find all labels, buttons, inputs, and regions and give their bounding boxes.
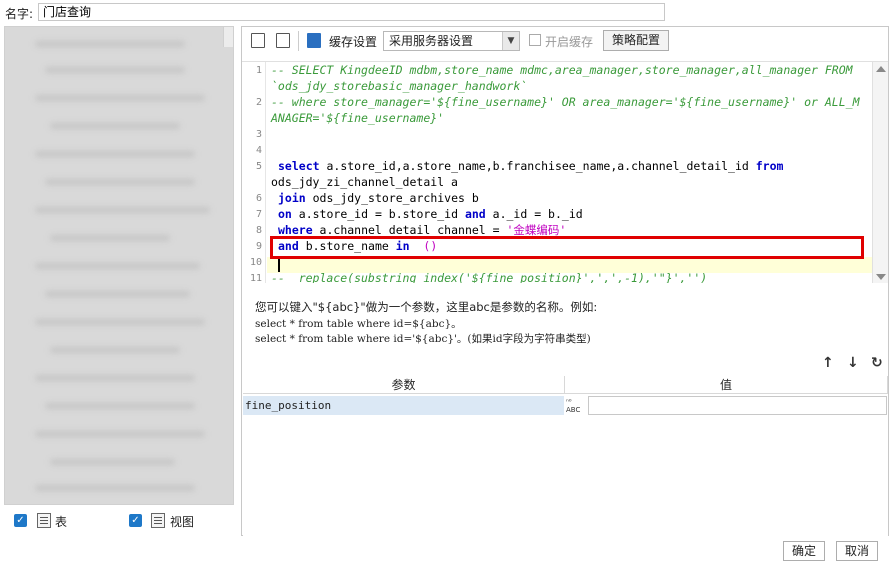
blurred-item (35, 375, 195, 381)
line-number: 3 (255, 129, 262, 140)
cache-mode-value: 采用服务器设置 (389, 34, 474, 48)
cache-settings-label: 缓存设置 (329, 35, 378, 49)
name-label: 名字: (5, 7, 34, 21)
highlight-annotation-box (270, 236, 864, 259)
line-number: 8 (255, 225, 262, 236)
scroll-up-icon[interactable] (876, 66, 886, 72)
editor-scrollbar[interactable] (872, 62, 888, 283)
blurred-item (35, 151, 195, 157)
code-line-11: -- replace(substring_index('${fine_posit… (271, 271, 708, 283)
table-label: 表 (55, 515, 68, 529)
sql-keyword: join (278, 191, 306, 205)
tree-scrollbar[interactable] (223, 27, 233, 47)
line-number: 11 (249, 273, 262, 283)
column-header-value: 值 (565, 376, 888, 394)
preview-icon[interactable] (251, 33, 265, 48)
parameter-hint-example-2: select * from table where id='${abc}'。(如… (255, 333, 591, 345)
blurred-item (50, 347, 180, 353)
code-line-2-wrap: ANAGER='${fine_username}' (271, 111, 445, 125)
code-line-1-wrap: `ods_jdy_storebasic_manager_handwork` (271, 79, 528, 93)
sql-text: a.store_id = b.store_id (291, 207, 465, 221)
scroll-down-icon[interactable] (876, 274, 886, 280)
ok-button[interactable]: 确定 (783, 541, 825, 561)
table-icon (37, 513, 51, 528)
blurred-item (35, 485, 195, 491)
blurred-item (50, 235, 170, 241)
code-line-5-wrap: ods_jdy_zi_channel_detail a (271, 175, 458, 189)
blurred-item (35, 431, 205, 437)
blurred-item (50, 459, 175, 465)
sql-editor-panel: 缓存设置 采用服务器设置 ▼ 开启缓存 策略配置 1 2 3 4 5 6 7 8… (241, 26, 889, 536)
line-number: 2 (255, 97, 262, 108)
name-input[interactable]: 门店查询 (38, 3, 665, 21)
text-caret (278, 258, 280, 272)
sql-text: a.store_id,a.store_name,b.franchisee_nam… (319, 159, 756, 173)
sql-string: '金蝶编码' (506, 223, 567, 237)
line-number: 6 (255, 193, 262, 204)
code-line-1: -- SELECT KingdeeID mdbm,store_name mdmc… (271, 63, 853, 77)
code-line-7: on a.store_id = b.store_id and a._id = b… (278, 206, 583, 222)
column-header-param: 参数 (243, 376, 565, 394)
text-type-icon[interactable]: ⁿ⁰ ABC (566, 397, 586, 415)
save-icon[interactable] (276, 33, 290, 48)
line-number: 1 (255, 65, 262, 76)
enable-cache-checkbox[interactable] (529, 34, 541, 46)
type-icon-top: ⁿ⁰ (566, 398, 572, 406)
blurred-item (50, 123, 180, 129)
blurred-item (45, 179, 195, 185)
sql-keyword: where (278, 223, 313, 237)
sql-code-editor[interactable]: 1 2 3 4 5 6 7 8 9 10 11 -- SELECT Kingde… (242, 61, 888, 283)
sql-keyword: select (278, 159, 320, 173)
sql-text: a._id = b._id (485, 207, 583, 221)
cache-mode-select[interactable]: 采用服务器设置 ▼ (383, 31, 520, 51)
blurred-item (35, 319, 205, 325)
line-number: 9 (255, 241, 262, 252)
type-icon-bottom: ABC (566, 406, 581, 414)
sql-keyword: from (755, 159, 784, 173)
blurred-item (45, 291, 190, 297)
code-line-6: join ods_jdy_store_archives b (278, 190, 479, 206)
enable-cache-label: 开启缓存 (545, 35, 594, 49)
parameter-hint-example-1: select * from table where id=${abc}。 (255, 318, 462, 330)
parameter-hint: 您可以键入"${abc}"做为一个参数，这里abc是参数的名称。例如: (255, 300, 598, 314)
code-line-2: -- where store_manager='${fine_username}… (271, 95, 860, 109)
parameter-value-input[interactable] (588, 396, 887, 415)
blurred-item (45, 67, 185, 73)
name-row: 名字: 门店查询 (0, 0, 894, 24)
toolbar-separator (298, 31, 299, 51)
view-icon (151, 513, 165, 528)
blurred-item (35, 41, 185, 47)
sql-keyword: on (278, 207, 292, 221)
blurred-item (45, 403, 195, 409)
refresh-icon[interactable]: ↻ (871, 355, 883, 371)
view-checkbox[interactable]: ✓ (129, 514, 142, 527)
cache-settings-icon (307, 33, 321, 48)
blurred-item (35, 263, 200, 269)
line-number: 4 (255, 145, 262, 156)
table-checkbox[interactable]: ✓ (14, 514, 27, 527)
view-label: 视图 (170, 515, 195, 529)
blurred-item (35, 95, 205, 101)
chevron-down-icon[interactable]: ▼ (502, 32, 519, 50)
sql-text: ods_jdy_store_archives b (305, 191, 479, 205)
line-number: 10 (249, 257, 262, 268)
sql-text: a.channel_detail_channel = (312, 223, 507, 237)
cancel-button[interactable]: 取消 (836, 541, 878, 561)
blurred-item (35, 207, 210, 213)
move-up-icon[interactable]: ↑ (822, 355, 834, 371)
code-line-5: select a.store_id,a.store_name,b.franchi… (278, 158, 783, 174)
move-down-icon[interactable]: ↓ (847, 355, 859, 371)
parameter-table: 参数 值 fine_position ⁿ⁰ ABC (243, 376, 888, 536)
strategy-config-button[interactable]: 策略配置 (603, 30, 669, 51)
table-tree-panel[interactable] (4, 26, 234, 505)
editor-toolbar: 缓存设置 采用服务器设置 ▼ 开启缓存 策略配置 (242, 27, 888, 55)
tree-filter-bar: ✓ 表 ✓ 视图 (4, 509, 234, 533)
sql-keyword: and (464, 207, 486, 221)
line-number: 7 (255, 209, 262, 220)
line-number: 5 (255, 161, 262, 172)
parameter-name-cell[interactable]: fine_position (243, 396, 564, 415)
